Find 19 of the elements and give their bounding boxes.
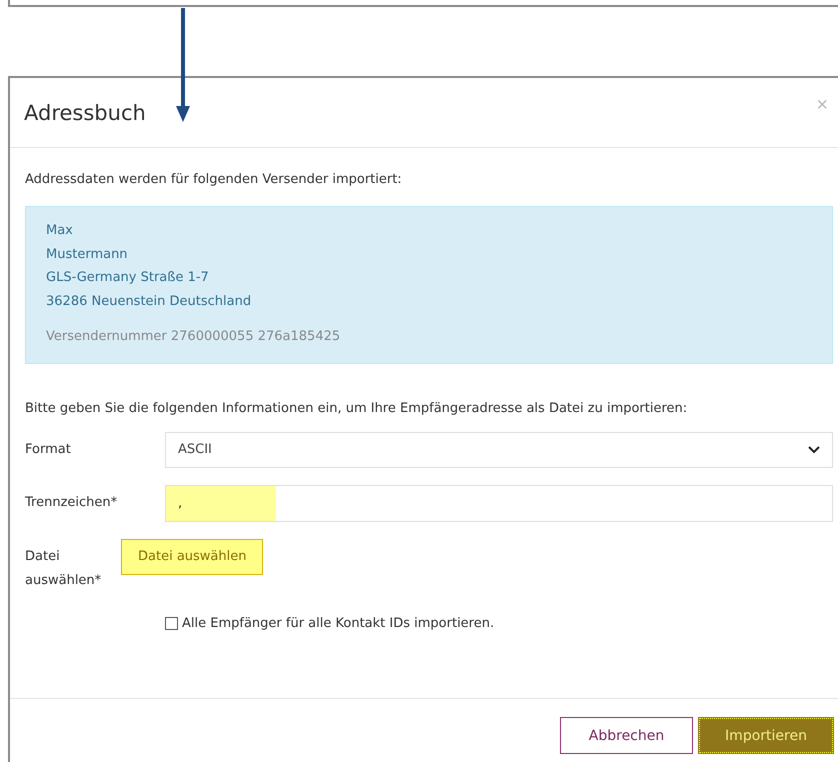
import-button[interactable]: Importieren [698,717,834,754]
address-line: 36286 Neuenstein Deutschland [46,292,252,310]
intro-text: Addressdaten werden für folgenden Versender importiert: [25,172,403,187]
address-line: Max [46,222,74,240]
instruction-text: Bitte geben Sie die folgenden Informationen ein, um Ihre Empfängeradresse als Datei zu importieren: [25,400,688,416]
field-label: Trennzeichen* [25,494,118,512]
dialog-title: Adressbuch [24,100,146,124]
address-line: GLS-Germany Straße 1-7 [46,269,210,287]
separator-input-field[interactable]: , [165,484,833,522]
field-label: Format [25,440,72,458]
checkbox[interactable] [165,616,178,630]
field-label: Datei auswählen* [25,548,102,590]
checkbox-label: Alle Empfänger für alle Kontakt IDs importieren. [182,616,494,630]
address-line: Mustermann [46,246,129,264]
chevron-down-icon [808,446,820,454]
cancel-button[interactable]: Abbrechen [560,717,693,754]
format-select[interactable]: ASCII [165,432,833,468]
sender-number: Versendernummer 2760000055 276a185425 [46,328,342,346]
choose-file-button[interactable]: Datei auswählen [121,538,264,574]
